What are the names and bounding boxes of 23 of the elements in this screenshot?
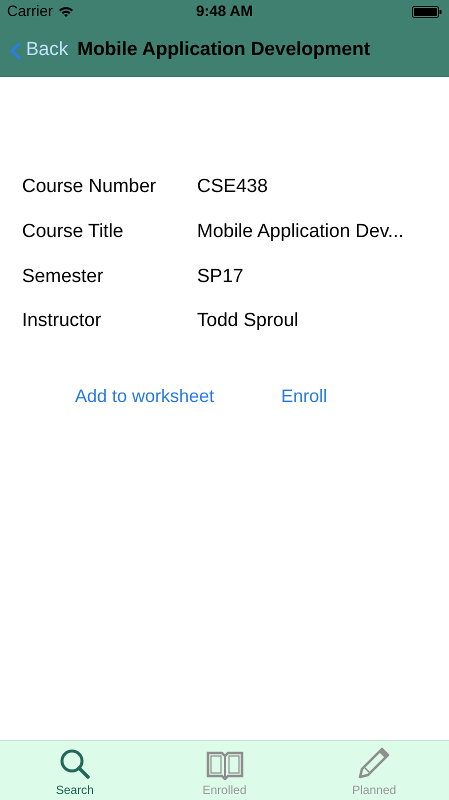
field-value: Mobile Application Dev... — [197, 220, 404, 244]
clock-text: 9:48 AM — [196, 2, 253, 22]
back-chevron-icon — [10, 40, 22, 60]
back-button[interactable]: Back — [10, 36, 68, 65]
enroll-link[interactable]: Enroll — [281, 383, 328, 410]
field-label: Course Number — [22, 174, 158, 199]
wifi-icon — [58, 6, 74, 18]
field-value: CSE438 — [197, 174, 268, 199]
tab-bar-item[interactable]: Search — [0, 741, 150, 800]
field-label: Semester — [22, 265, 104, 290]
carrier-text: Carrier — [7, 2, 53, 22]
add-to-worksheet-link[interactable]: Add to worksheet — [75, 383, 214, 410]
battery-icon — [412, 6, 442, 18]
search-icon — [58, 748, 91, 780]
pencil-icon — [357, 746, 392, 780]
field-value: SP17 — [197, 265, 244, 290]
screen-title: Mobile Application Development — [77, 38, 370, 62]
book-icon — [206, 750, 244, 780]
field-label: Course Title — [22, 220, 124, 244]
tab-bar-item[interactable]: Planned — [299, 741, 449, 800]
tab-bar-item[interactable]: Enrolled — [150, 741, 300, 800]
field-label: Instructor — [22, 308, 102, 333]
field-value: Todd Sproul — [197, 308, 298, 333]
